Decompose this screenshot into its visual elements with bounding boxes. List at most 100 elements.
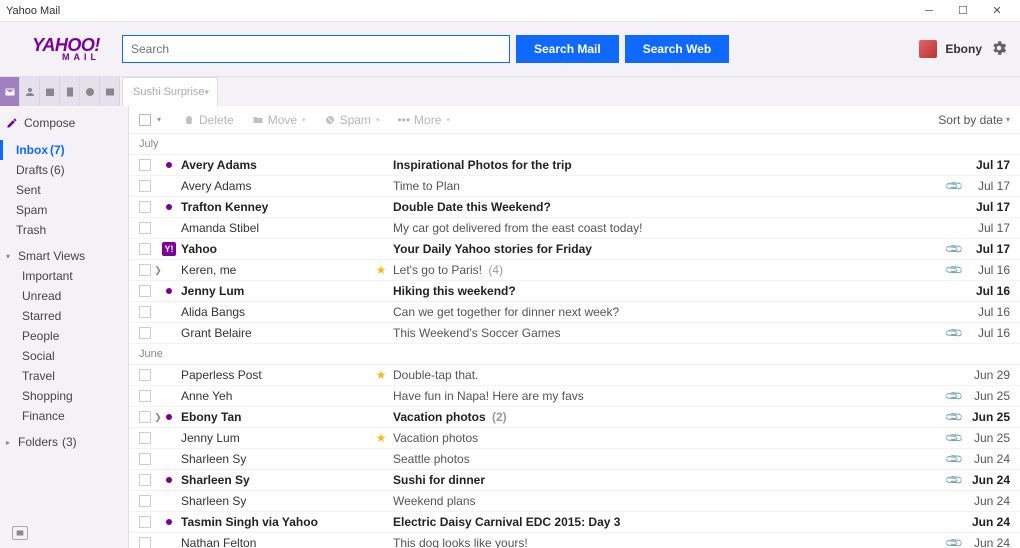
row-checkbox[interactable] xyxy=(139,180,151,192)
nav-folder-trash[interactable]: Trash xyxy=(0,220,128,240)
smart-view-shopping[interactable]: Shopping xyxy=(0,386,128,406)
row-checkbox[interactable] xyxy=(139,495,151,507)
message-row[interactable]: Sharleen Sy Seattle photos 📎 Jun 24 xyxy=(129,449,1020,470)
spam-icon xyxy=(324,114,336,126)
row-checkbox[interactable] xyxy=(139,243,151,255)
row-checkbox[interactable] xyxy=(139,159,151,171)
content-area: Compose Inbox (7)Drafts (6)Sent Spam Tra… xyxy=(0,106,1020,548)
star-icon[interactable]: ★ xyxy=(373,368,389,382)
smart-views-section[interactable]: ▾ Smart Views xyxy=(0,246,128,266)
date: Jul 17 xyxy=(962,158,1010,172)
expand-icon[interactable]: ❯ xyxy=(151,412,165,423)
message-row[interactable]: ❯ Keren, me ★ Let's go to Paris! (4) 📎 J… xyxy=(129,260,1020,281)
photos-app-icon[interactable] xyxy=(12,526,28,540)
nav-folder-inbox[interactable]: Inbox (7) xyxy=(0,140,128,160)
mail-view-tab[interactable] xyxy=(0,77,20,106)
calendar-view-tab[interactable] xyxy=(40,77,60,106)
search-mail-button[interactable]: Search Mail xyxy=(516,35,619,63)
star-icon[interactable]: ★ xyxy=(373,263,389,277)
close-button[interactable]: ✕ xyxy=(980,0,1014,22)
sender: Alida Bangs xyxy=(173,305,373,319)
left-nav: Compose Inbox (7)Drafts (6)Sent Spam Tra… xyxy=(0,106,128,548)
smart-view-important[interactable]: Important xyxy=(0,266,128,286)
subject: Double-tap that. xyxy=(389,368,946,382)
search-web-button[interactable]: Search Web xyxy=(625,35,729,63)
message-row[interactable]: ❯ Ebony Tan Vacation photos (2) 📎 Jun 25 xyxy=(129,407,1020,428)
smart-view-unread[interactable]: Unread xyxy=(0,286,128,306)
row-checkbox[interactable] xyxy=(139,474,151,486)
row-checkbox[interactable] xyxy=(139,222,151,234)
smart-view-social[interactable]: Social xyxy=(0,346,128,366)
sort-button[interactable]: Sort by date▾ xyxy=(938,113,1010,127)
gear-icon[interactable] xyxy=(990,39,1008,60)
star-icon[interactable]: ★ xyxy=(373,431,389,445)
avatar[interactable] xyxy=(919,40,937,58)
message-row[interactable]: Sharleen Sy Weekend plans Jun 24 xyxy=(129,491,1020,512)
message-row[interactable]: Nathan Felton This dog looks like yours!… xyxy=(129,533,1020,548)
message-row[interactable]: Tasmin Singh via Yahoo Electric Daisy Ca… xyxy=(129,512,1020,533)
row-checkbox[interactable] xyxy=(139,201,151,213)
minimize-button[interactable]: ─ xyxy=(912,0,946,22)
row-checkbox[interactable] xyxy=(139,264,151,276)
message-row[interactable]: Jenny Lum Hiking this weekend? Jul 16 xyxy=(129,281,1020,302)
subject: This Weekend's Soccer Games xyxy=(389,326,946,340)
notepad-view-tab[interactable] xyxy=(60,77,80,106)
compose-label: Compose xyxy=(24,116,75,130)
move-button[interactable]: Move▾ xyxy=(252,113,306,127)
smart-view-people[interactable]: People xyxy=(0,326,128,346)
date: Jul 17 xyxy=(962,242,1010,256)
contacts-view-tab[interactable] xyxy=(20,77,40,106)
subject: Hiking this weekend? xyxy=(389,284,946,298)
message-row[interactable]: Anne Yeh Have fun in Napa! Here are my f… xyxy=(129,386,1020,407)
message-row[interactable]: Avery Adams Time to Plan 📎 Jul 17 xyxy=(129,176,1020,197)
smart-view-starred[interactable]: Starred xyxy=(0,306,128,326)
user-name[interactable]: Ebony xyxy=(945,42,982,56)
window-titlebar: Yahoo Mail ─ ☐ ✕ xyxy=(0,0,1020,22)
message-row[interactable]: Avery Adams Inspirational Photos for the… xyxy=(129,155,1020,176)
sender: Anne Yeh xyxy=(173,389,373,403)
message-row[interactable]: Paperless Post ★ Double-tap that. Jun 29 xyxy=(129,365,1020,386)
compose-button[interactable]: Compose xyxy=(0,112,128,140)
expand-icon[interactable]: ❯ xyxy=(151,265,165,276)
row-checkbox[interactable] xyxy=(139,537,151,548)
select-all-checkbox[interactable] xyxy=(139,114,151,126)
message-row[interactable]: Jenny Lum ★ Vacation photos 📎 Jun 25 xyxy=(129,428,1020,449)
group-header: July xyxy=(129,134,1020,155)
row-checkbox[interactable] xyxy=(139,453,151,465)
delete-button[interactable]: Delete xyxy=(183,113,234,127)
nav-folder-sent[interactable]: Sent xyxy=(0,180,128,200)
message-row[interactable]: Alida Bangs Can we get together for dinn… xyxy=(129,302,1020,323)
row-checkbox[interactable] xyxy=(139,411,151,423)
sender: Paperless Post xyxy=(173,368,373,382)
message-row[interactable]: Sharleen Sy Sushi for dinner 📎 Jun 24 xyxy=(129,470,1020,491)
more-button[interactable]: ••• More▾ xyxy=(397,113,449,127)
news-view-tab[interactable] xyxy=(100,77,120,106)
sender: Keren, me xyxy=(173,263,373,277)
message-row[interactable]: Y! Yahoo Your Daily Yahoo stories for Fr… xyxy=(129,239,1020,260)
row-checkbox[interactable] xyxy=(139,306,151,318)
select-menu-caret[interactable]: ▾ xyxy=(157,115,161,124)
date: Jun 24 xyxy=(962,473,1010,487)
row-checkbox[interactable] xyxy=(139,390,151,402)
row-checkbox[interactable] xyxy=(139,285,151,297)
nav-folder-drafts[interactable]: Drafts (6) xyxy=(0,160,128,180)
subject: Let's go to Paris! (4) xyxy=(389,263,946,277)
nav-folder-spam[interactable]: Spam xyxy=(0,200,128,220)
messenger-view-tab[interactable] xyxy=(80,77,100,106)
smart-view-finance[interactable]: Finance xyxy=(0,406,128,426)
row-checkbox[interactable] xyxy=(139,516,151,528)
maximize-button[interactable]: ☐ xyxy=(946,0,980,22)
unread-dot xyxy=(165,477,173,483)
message-row[interactable]: Amanda Stibel My car got delivered from … xyxy=(129,218,1020,239)
message-row[interactable]: Grant Belaire This Weekend's Soccer Game… xyxy=(129,323,1020,344)
spam-button[interactable]: Spam▾ xyxy=(324,113,380,127)
row-checkbox[interactable] xyxy=(139,327,151,339)
folders-section[interactable]: ▸ Folders (3) xyxy=(0,432,128,452)
row-checkbox[interactable] xyxy=(139,369,151,381)
row-checkbox[interactable] xyxy=(139,432,151,444)
search-input[interactable] xyxy=(122,35,510,63)
message-row[interactable]: Trafton Kenney Double Date this Weekend?… xyxy=(129,197,1020,218)
smart-view-travel[interactable]: Travel xyxy=(0,366,128,386)
open-draft-tab[interactable]: Sushi Surprise xyxy=(122,77,218,106)
message-list[interactable]: July Avery Adams Inspirational Photos fo… xyxy=(129,134,1020,548)
